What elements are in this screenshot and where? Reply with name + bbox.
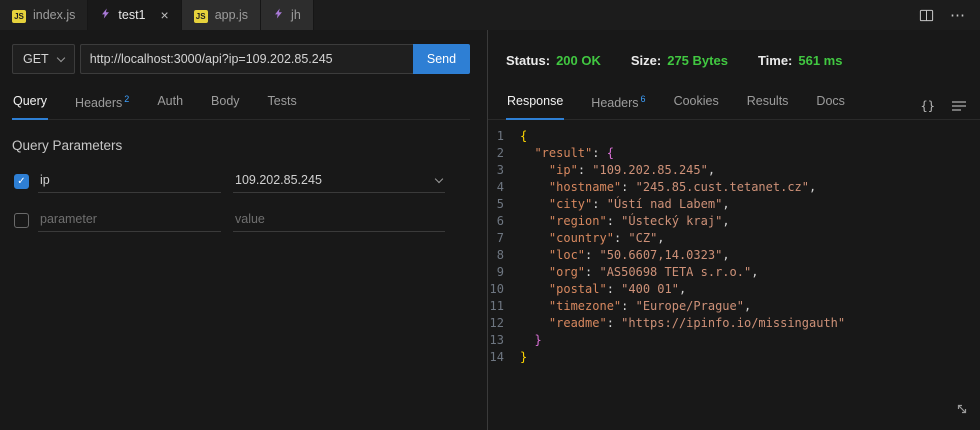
thunder-client-icon (100, 7, 111, 23)
editor-tab-bar: JS index.js test1 × JS app.js jh ⋯ (0, 0, 980, 30)
line-number: 4 (496, 180, 504, 195)
code-line: 9 "org": "AS50698 TETA s.r.o.", (488, 264, 980, 281)
editor-tab-label: index.js (33, 8, 76, 22)
request-panel: GET Send Query Headers2 Auth Body Tests Quer… (0, 30, 487, 430)
editor-tab-test1[interactable]: test1 × (88, 0, 182, 30)
response-tab-response[interactable]: Response (506, 86, 565, 121)
code-line: 13 } (489, 333, 542, 348)
more-actions-icon[interactable]: ⋯ (950, 6, 966, 24)
time-group: Time: 561 ms (758, 53, 843, 68)
thunder-client-icon (273, 7, 284, 23)
code-line: 10 "postal": "400 01", (489, 282, 687, 297)
method-label: GET (23, 52, 49, 66)
code-line: 2 "result": { (488, 145, 980, 162)
editor-tab-label: app.js (214, 8, 249, 22)
response-actions: {} (921, 99, 966, 119)
code-line: 4 "hostname": "245.85.cust.tetanet.cz", (488, 179, 980, 196)
response-tab-group: Response Headers 6 Cookies Results Docs (506, 86, 846, 121)
editor-tab-jh[interactable]: jh (261, 0, 314, 30)
chevron-down-icon (56, 53, 65, 62)
code-line: 1{ (488, 128, 980, 145)
response-tab-docs[interactable]: Docs (815, 86, 845, 120)
editor-tab-label: jh (291, 8, 301, 22)
tab-count-badge: 2 (124, 94, 130, 104)
line-number: 9 (496, 265, 504, 280)
response-tab-cookies[interactable]: Cookies (673, 86, 720, 120)
status-label: Status: (506, 52, 551, 68)
editor-tab-label: test1 (118, 8, 146, 22)
close-tab-icon[interactable]: × (161, 8, 169, 22)
tabbar-actions: ⋯ (905, 0, 980, 30)
request-tab-group: Query Headers 2 Auth Body Tests (12, 86, 298, 121)
line-number: 1 (496, 129, 504, 144)
line-number: 7 (496, 231, 504, 246)
line-number: 12 (489, 316, 504, 331)
request-tab-body[interactable]: Body (210, 86, 241, 120)
size-value: 275 Bytes (667, 52, 728, 68)
thunder-client-main: GET Send Query Headers2 Auth Body Tests Quer… (0, 30, 980, 430)
code-line: 11 "timezone": "Europe/Prague", (489, 299, 752, 314)
editor-tab-app.js[interactable]: JS app.js (181, 0, 262, 30)
method-select[interactable]: GET (12, 44, 75, 74)
line-number: 13 (489, 333, 504, 348)
param-checkbox[interactable]: ✓ (14, 173, 29, 189)
code-line: 5 "city": "Ústí nad Labem", (488, 196, 980, 213)
line-number: 3 (496, 163, 504, 178)
editor-tab-group: JS index.js test1 × JS app.js jh (0, 0, 314, 30)
status-value: 200 OK (556, 52, 601, 68)
request-tab-tests[interactable]: Tests (267, 86, 298, 120)
js-file-icon: JS (193, 8, 208, 23)
js-file-icon: JS (12, 8, 26, 23)
code-line: 8 "loc": "50.6607,14.0323", (488, 247, 980, 264)
param-name-input[interactable] (38, 208, 221, 233)
tab-count-badge: 6 (640, 94, 646, 104)
response-panel: Status: 200 OK Size: 275 Bytes Time: 561 ms… (488, 30, 980, 430)
size-group: Size: 275 Bytes (631, 53, 728, 68)
param-value-input[interactable] (233, 169, 445, 194)
request-tab-headers[interactable]: Headers 2 (74, 86, 130, 120)
response-meta: Status: 200 OK Size: 275 Bytes Time: 561 ms (488, 44, 980, 76)
param-checkbox[interactable] (14, 212, 29, 228)
param-value-input[interactable] (233, 208, 445, 233)
menu-lines-icon[interactable] (952, 100, 966, 112)
response-code: 1{2 "result": {3 "ip": "109.202.85.245",… (488, 120, 980, 366)
editor-tab-index.js[interactable]: JS index.js (0, 0, 89, 30)
request-tabs-row: Query Headers 2 Auth Body Tests (12, 86, 470, 121)
code-line: 14} (489, 350, 528, 365)
status-group: Status: 200 OK (506, 53, 601, 68)
query-parameters-title: Query Parameters (12, 138, 123, 154)
time-value: 561 ms (798, 52, 843, 68)
code-line: 3 "ip": "109.202.85.245", (488, 162, 980, 179)
line-number: 14 (489, 350, 504, 365)
line-number: 5 (496, 197, 504, 212)
url-input[interactable] (79, 44, 413, 74)
query-param-row: ✓ (12, 169, 470, 194)
line-number: 2 (496, 146, 504, 161)
response-tab-results[interactable]: Results (746, 86, 790, 120)
query-rows: ✓ (12, 169, 470, 233)
query-param-row (12, 208, 470, 233)
line-number: 6 (496, 214, 504, 229)
request-tab-auth[interactable]: Auth (156, 86, 184, 120)
code-line: 12 "readme": "https://ipinfo.io/missinga… (489, 316, 846, 331)
resize-handle-icon[interactable] (955, 402, 969, 421)
code-line: 7 "country": "CZ", (488, 230, 980, 247)
split-editor-icon[interactable] (919, 8, 934, 23)
line-number: 10 (489, 282, 504, 297)
request-tab-query[interactable]: Query (12, 86, 49, 121)
request-bar: GET Send (12, 44, 470, 74)
send-button[interactable]: Send (413, 44, 470, 74)
line-number: 8 (496, 248, 504, 263)
response-tabs-row: Response Headers 6 Cookies Results Docs {} (488, 86, 980, 121)
line-number: 11 (489, 299, 504, 314)
code-line: 6 "region": "Ústecký kraj", (488, 213, 980, 230)
response-tab-headers[interactable]: Headers 6 (590, 86, 646, 120)
time-label: Time: (757, 52, 793, 68)
format-code-icon[interactable]: {} (921, 99, 935, 113)
param-name-input[interactable] (38, 169, 221, 194)
size-label: Size: (630, 52, 662, 68)
